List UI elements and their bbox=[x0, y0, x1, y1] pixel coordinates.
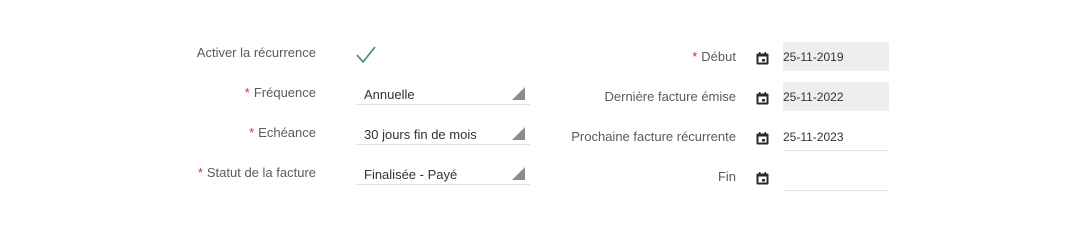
calendar-icon[interactable] bbox=[756, 52, 769, 65]
end-date-field[interactable] bbox=[783, 162, 889, 191]
start-date-label: * Début bbox=[692, 49, 736, 64]
next-invoice-label: Prochaine facture récurrente bbox=[571, 129, 736, 144]
due-value: 30 jours fin de mois bbox=[364, 127, 477, 142]
next-invoice-value: 25-11-2023 bbox=[783, 130, 844, 144]
calendar-icon[interactable] bbox=[756, 172, 769, 185]
due-label: * Echéance bbox=[249, 125, 316, 140]
frequency-label: * Fréquence bbox=[244, 85, 316, 100]
recurrence-label: Activer la récurrence bbox=[196, 45, 316, 60]
last-invoice-field[interactable]: 25-11-2022 bbox=[783, 82, 889, 111]
calendar-icon[interactable] bbox=[756, 132, 769, 145]
checkmark-icon[interactable] bbox=[355, 45, 377, 65]
invoice-status-value: Finalisée - Payé bbox=[364, 167, 458, 182]
due-select[interactable]: 30 jours fin de mois bbox=[356, 123, 530, 145]
frequency-select[interactable]: Annuelle bbox=[356, 83, 530, 105]
start-date-value: 25-11-2019 bbox=[783, 50, 844, 64]
invoice-status-select[interactable]: Finalisée - Payé bbox=[356, 163, 530, 185]
dropdown-arrow-icon bbox=[512, 127, 525, 140]
dropdown-arrow-icon bbox=[512, 87, 525, 100]
invoice-status-label: * Statut de la facture bbox=[197, 165, 316, 180]
next-invoice-field[interactable]: 25-11-2023 bbox=[783, 122, 889, 151]
last-invoice-label: Dernière facture émise bbox=[604, 89, 737, 104]
end-date-label: Fin bbox=[717, 169, 736, 184]
dropdown-arrow-icon bbox=[512, 167, 525, 180]
last-invoice-value: 25-11-2022 bbox=[783, 90, 844, 104]
frequency-value: Annuelle bbox=[364, 87, 415, 102]
calendar-icon[interactable] bbox=[756, 92, 769, 105]
start-date-field[interactable]: 25-11-2019 bbox=[783, 42, 889, 71]
